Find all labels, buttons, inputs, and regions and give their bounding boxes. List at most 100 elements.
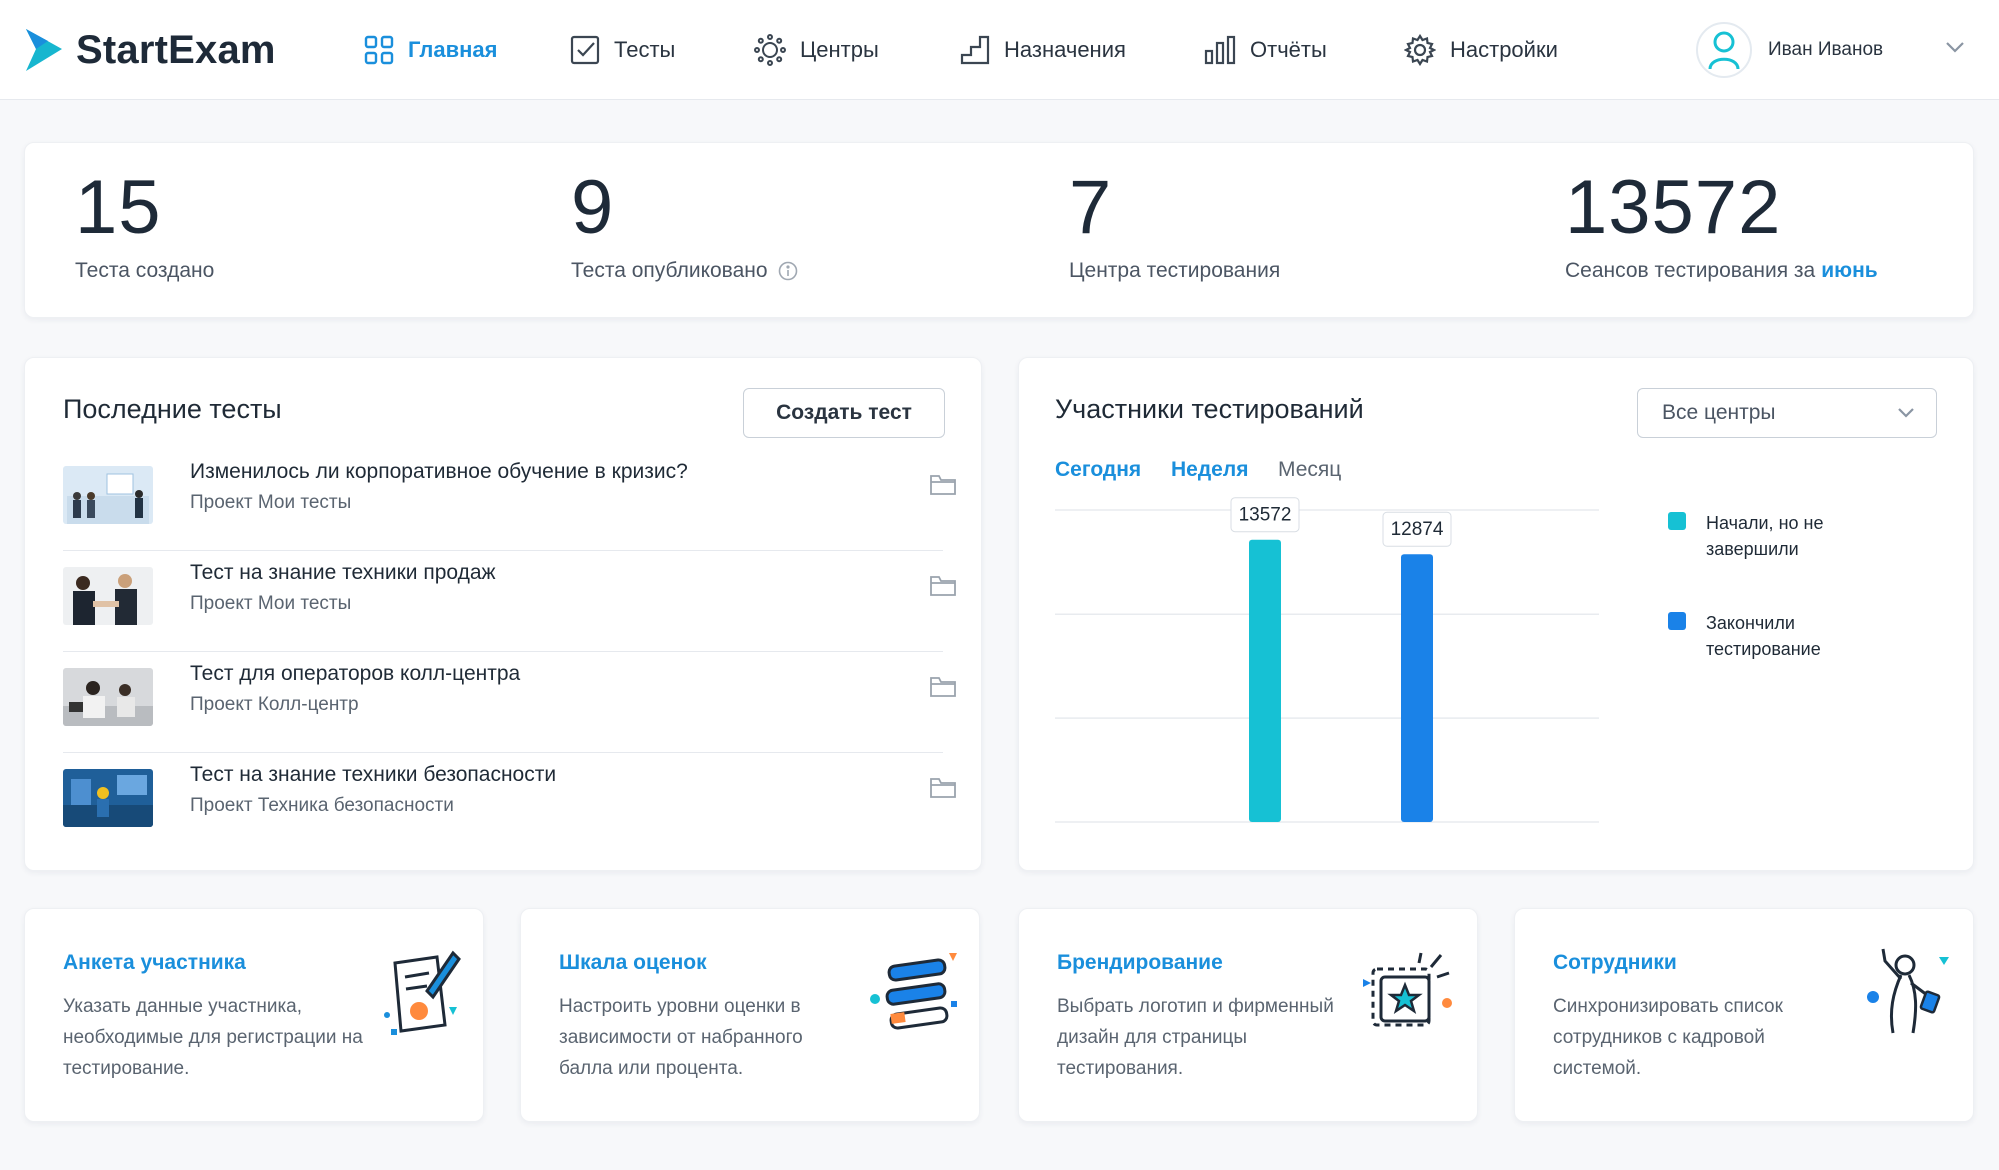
stat-label: Теста создано	[75, 259, 215, 282]
test-project: Проект Колл-центр	[190, 694, 359, 715]
legend-item-finished: Закончили тестирование	[1668, 610, 1856, 662]
folder-icon[interactable]	[929, 676, 957, 698]
recent-tests-panel: Последние тесты Создать тест Изменилось …	[24, 357, 982, 871]
feature-description: Синхронизировать список сотрудников с ка…	[1553, 996, 1783, 1079]
data-label: 12874	[1391, 519, 1444, 540]
panel-title: Последние тесты	[63, 394, 282, 424]
stat-value: 15	[75, 165, 162, 250]
nav-label-centers: Центры	[800, 37, 879, 62]
test-thumbnail	[63, 668, 153, 726]
feature-title: Шкала оценок	[559, 951, 707, 974]
test-project: Проект Техника безопасности	[190, 795, 454, 816]
list-item[interactable]: Тест на знание техники безопасности Прое…	[63, 753, 956, 854]
stat-centers: 7 Центра тестирования	[1069, 163, 1280, 283]
stats-panel: 15 Теста создано 9 Теста опубликовано 7 …	[24, 142, 1974, 318]
centers-select[interactable]: Все центры	[1637, 388, 1937, 438]
nav-label-reports: Отчёты	[1250, 37, 1327, 62]
stat-sessions: 13572 Сеансов тестирования за июнь	[1565, 163, 1878, 283]
list-item[interactable]: Тест для операторов колл-центра Проект К…	[63, 652, 956, 753]
logo-icon	[26, 29, 62, 71]
feature-card-employees[interactable]: Сотрудники Синхронизировать список сотру…	[1514, 908, 1974, 1122]
list-item[interactable]: Тест на знание техники продаж Проект Мои…	[63, 551, 956, 652]
test-thumbnail	[63, 567, 153, 625]
month-link[interactable]: июнь	[1821, 259, 1877, 283]
select-value: Все центры	[1662, 401, 1776, 424]
panel-title: Участники тестирований	[1055, 394, 1364, 424]
legend-item-started: Начали, но не завершили	[1668, 510, 1856, 562]
feature-card-participant-form[interactable]: Анкета участника Указать данные участник…	[24, 908, 484, 1122]
nav-item-reports[interactable]: Отчёты	[1204, 28, 1327, 72]
data-label: 13572	[1239, 505, 1292, 526]
test-project: Проект Мои тесты	[190, 593, 352, 614]
avatar	[1696, 22, 1752, 78]
user-menu[interactable]: Иван Иванов	[1696, 20, 1883, 80]
star-badge-icon	[1363, 952, 1452, 1027]
feature-title: Брендирование	[1057, 951, 1223, 974]
nav-label-tests: Тесты	[614, 37, 676, 62]
grid-icon	[364, 35, 394, 65]
employee-icon	[1867, 948, 1949, 1034]
tab-week[interactable]: Неделя	[1171, 458, 1248, 482]
folder-icon[interactable]	[929, 474, 957, 496]
stat-value: 9	[571, 165, 615, 250]
scale-bars-icon	[870, 953, 957, 1030]
user-name: Иван Иванов	[1768, 39, 1884, 60]
nav-item-settings[interactable]: Настройки	[1404, 28, 1558, 72]
nav-item-tests[interactable]: Тесты	[570, 28, 675, 72]
bar-chart-icon	[1204, 35, 1236, 65]
list-item[interactable]: Изменилось ли корпоративное обучение в к…	[63, 450, 956, 551]
feature-card-branding[interactable]: Брендирование Выбрать логотип и фирменны…	[1018, 908, 1478, 1122]
feature-card-grade-scale[interactable]: Шкала оценок Настроить уровни оценки в з…	[520, 908, 980, 1122]
stat-tests-published: 9 Теста опубликовано	[571, 163, 798, 283]
stat-tests-created: 15 Теста создано	[75, 163, 214, 283]
tab-today[interactable]: Сегодня	[1055, 458, 1141, 482]
stat-label: Теста опубликовано	[571, 259, 768, 282]
feature-title: Сотрудники	[1553, 951, 1677, 974]
test-thumbnail	[63, 466, 153, 524]
legend-swatch	[1668, 512, 1686, 530]
stat-label: Сеансов тестирования за	[1565, 259, 1816, 282]
nav-label-assignments: Назначения	[1004, 37, 1126, 62]
test-thumbnail	[63, 769, 153, 827]
test-project: Проект Мои тесты	[190, 492, 352, 513]
sun-icon	[754, 34, 786, 66]
form-edit-icon	[384, 950, 461, 1035]
participants-chart: 13572 12874	[1055, 497, 1599, 823]
test-title: Изменилось ли корпоративное обучение в к…	[190, 460, 688, 483]
app-logo[interactable]: StartExam	[22, 24, 276, 76]
top-navigation-bar: StartExam Главная Тесты Центры Назначени…	[0, 0, 1999, 100]
gear-icon	[1404, 34, 1436, 66]
feature-description: Указать данные участника, необходимые дл…	[63, 996, 363, 1079]
tab-month[interactable]: Месяц	[1278, 458, 1341, 482]
chart-bar[interactable]	[1249, 539, 1281, 822]
nav-item-centers[interactable]: Центры	[754, 28, 879, 72]
feature-title: Анкета участника	[63, 951, 246, 974]
feature-description: Выбрать логотип и фирменный дизайн для с…	[1057, 996, 1334, 1079]
folder-icon[interactable]	[929, 777, 957, 799]
test-title: Тест на знание техники безопасности	[190, 763, 557, 786]
legend-label: Закончили тестирование	[1706, 613, 1821, 659]
folder-icon[interactable]	[929, 575, 957, 597]
steps-icon	[960, 35, 990, 65]
nav-label-home: Главная	[408, 37, 498, 62]
user-icon	[1708, 31, 1740, 70]
checkbox-icon	[570, 35, 600, 65]
nav-item-assignments[interactable]: Назначения	[960, 28, 1126, 72]
stat-value: 13572	[1565, 165, 1782, 250]
info-icon[interactable]	[778, 261, 798, 281]
test-title: Тест на знание техники продаж	[190, 561, 496, 584]
chevron-down-icon[interactable]	[1944, 40, 1966, 54]
test-title: Тест для операторов колл-центра	[190, 662, 521, 685]
participants-panel: Участники тестирований Все центры Сегодн…	[1018, 357, 1974, 871]
nav-item-home[interactable]: Главная	[364, 28, 497, 72]
chart-bar[interactable]	[1401, 554, 1433, 822]
create-test-button[interactable]: Создать тест	[743, 388, 945, 438]
legend-swatch	[1668, 612, 1686, 630]
app-name: StartExam	[76, 27, 276, 72]
stat-value: 7	[1069, 165, 1113, 250]
legend-label: Начали, но не завершили	[1706, 513, 1824, 559]
stat-label: Центра тестирования	[1069, 259, 1281, 282]
chevron-down-icon	[1898, 408, 1914, 418]
feature-description: Настроить уровни оценки в зависимости от…	[559, 996, 803, 1079]
nav-label-settings: Настройки	[1450, 37, 1558, 62]
